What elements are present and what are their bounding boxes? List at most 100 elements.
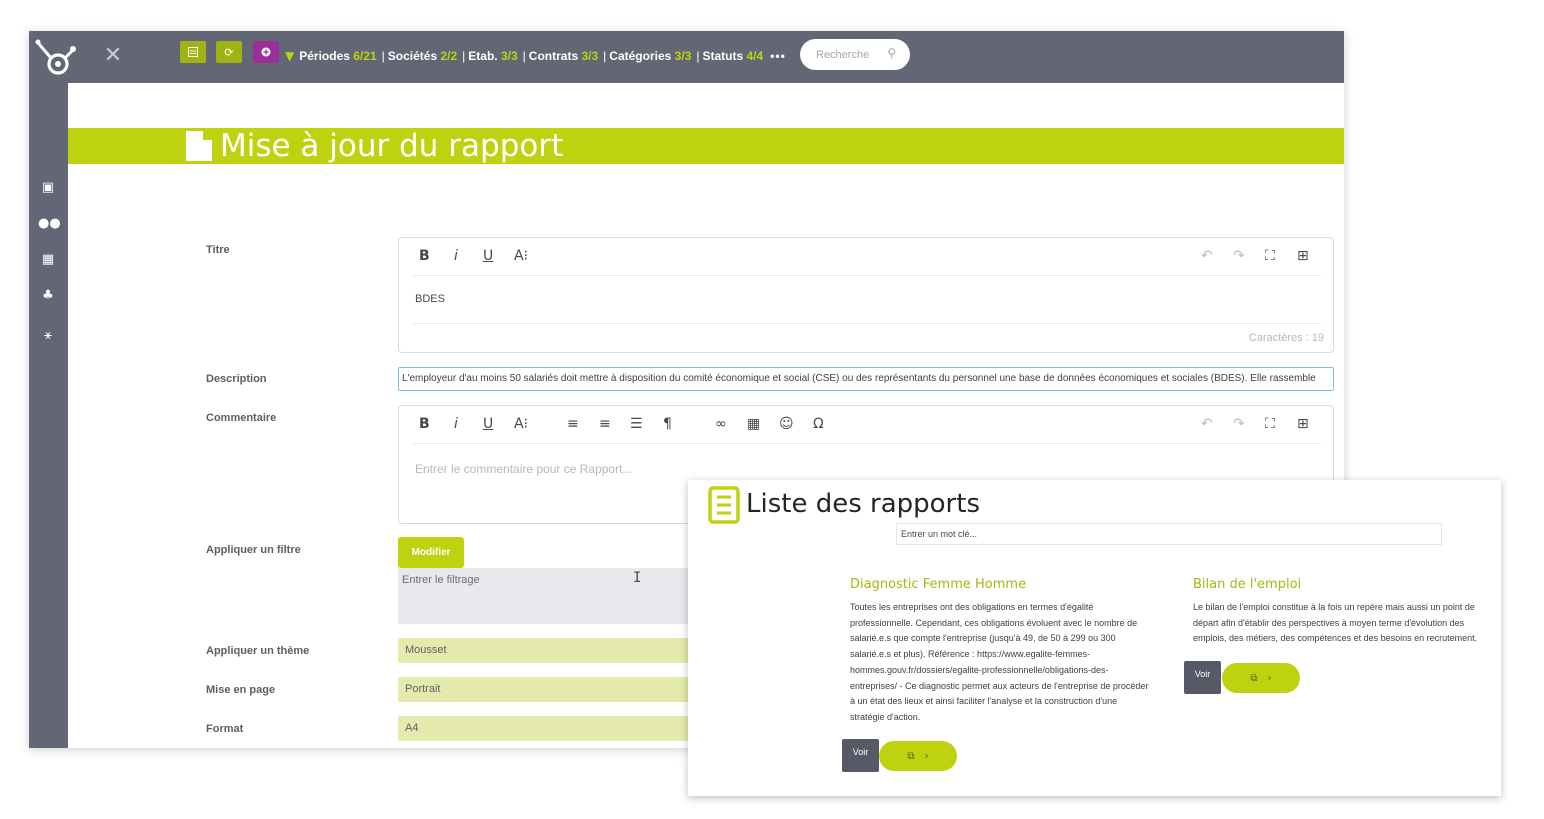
filter-periodes[interactable]: Périodes 6/21 [299,49,376,63]
close-icon[interactable]: ✕ [101,43,125,69]
undo-icon[interactable]: ↶ [1201,248,1213,264]
rapport-title: Diagnostic Femme Homme [850,577,1027,592]
sidebar-item-profile[interactable]: ▣ [38,179,58,197]
app-logo[interactable] [35,39,77,81]
filter-categories[interactable]: Catégories 3/3 [609,49,691,63]
mise-en-page-select[interactable]: Portrait [398,677,698,702]
titre-editor[interactable]: B i U A⁝ ↶ ↷ ⛶ ⊞ BDES Caractères : 19 [398,237,1334,353]
rapport-description: Le bilan de l'emploi constitue à la fois… [1193,602,1478,644]
more-filters-button[interactable]: ••• [770,49,786,63]
filter-societes[interactable]: Sociétés 2/2 [388,49,457,63]
italic-button[interactable]: i [454,248,458,264]
font-size-button[interactable]: A⁝ [514,248,528,264]
rapport-action-button[interactable]: ⧉ › [879,741,957,771]
font-size-button[interactable]: A⁝ [514,416,528,432]
commentaire-label: Commentaire [206,412,277,424]
link-icon[interactable]: ∞ [715,416,727,432]
bold-button[interactable]: B [419,416,430,432]
filter-bar: ▼ Périodes 6/21 | Sociétés 2/2 | Etab. 3… [285,49,786,63]
titre-editor-toolbar: B i U A⁝ ↶ ↷ ⛶ ⊞ [399,238,1333,276]
rapports-title: Liste des rapports [746,489,980,519]
checklist-button[interactable] [180,41,206,63]
sidebar-item-users[interactable]: ●● [38,215,61,233]
paragraph-icon[interactable]: ¶ [663,416,672,432]
toolbar-divider [411,443,1321,444]
align-center-icon[interactable]: ≡ [599,416,611,432]
fullscreen-icon[interactable]: ⛶ [1265,248,1275,264]
plus-circle-icon [261,47,271,57]
commentaire-editor-toolbar: B i U A⁝ ≡ ≡ ☰ ¶ ∞ ▦ ☺ Ω ↶ ↷ ⛶ ⊞ [399,406,1333,444]
sitemap-icon: ♣ [42,288,54,303]
format-label: Format [206,723,244,735]
copy-icon: ⧉ [1250,672,1258,684]
top-bar: ✕ ⟳ ▼ Périodes 6/21 | Sociétés 2/2 | Eta… [29,31,1344,83]
mise-en-page-label: Mise en page [206,684,276,696]
users-icon: ●● [38,216,61,231]
search-input[interactable]: Recherche ⚲ [800,39,910,70]
document-icon [186,131,212,161]
align-left-icon[interactable]: ≡ [567,416,579,432]
refresh-button[interactable]: ⟳ [216,41,242,63]
editor-divider [411,323,1321,324]
list-document-icon [708,486,740,524]
emoji-icon[interactable]: ☺ [779,416,794,432]
italic-button[interactable]: i [454,416,458,432]
ordered-list-icon[interactable]: ☰ [630,416,643,432]
code-view-icon[interactable]: ⊞ [1297,248,1309,264]
redo-icon[interactable]: ↷ [1233,248,1245,264]
filtrage-placeholder: Entrer le filtrage [402,574,480,586]
keyword-search-input[interactable]: Entrer un mot clé... [896,523,1442,545]
code-view-icon[interactable]: ⊞ [1297,416,1309,432]
search-icon: ⚲ [887,46,896,60]
rapport-action-button[interactable]: ⧉ › [1222,663,1300,693]
filtre-label: Appliquer un filtre [206,544,301,556]
arrow-right-icon: › [924,750,929,762]
checklist-icon [188,47,198,57]
filter-contrats[interactable]: Contrats 3/3 [529,49,598,63]
calendar-icon: ▦ [41,252,55,267]
page-title-banner: Mise à jour du rapport [68,128,1344,164]
char-counter: Caractères : 19 [1248,332,1324,344]
undo-icon[interactable]: ↶ [1201,416,1213,432]
search-placeholder: Recherche [816,48,870,61]
underline-button[interactable]: U [483,416,493,432]
commentaire-placeholder: Entrer le commentaire pour ce Rapport... [415,462,633,476]
description-label: Description [206,373,267,385]
modifier-button[interactable]: Modifier [398,537,464,568]
sidebar-item-calendar[interactable]: ▦ [38,251,58,269]
filtrage-input[interactable]: Entrer le filtrage [398,568,698,624]
page-title: Mise à jour du rapport [220,128,564,164]
rapports-list-panel: Liste des rapports Entrer un mot clé... … [688,480,1501,796]
toolbar-divider [411,275,1321,276]
rapport-title: Bilan de l'emploi [1193,577,1302,592]
sidebar-item-activity[interactable]: ⚹ [38,327,58,345]
table-icon[interactable]: ▦ [747,416,760,432]
keyword-placeholder: Entrer un mot clé... [901,529,978,539]
description-input[interactable]: L'employeur d'au moins 50 salariés doit … [398,367,1334,391]
format-select[interactable]: A4 [398,716,698,741]
fullscreen-icon[interactable]: ⛶ [1265,416,1275,432]
bold-button[interactable]: B [419,248,430,264]
voir-button[interactable]: Voir [1184,661,1221,694]
person-running-icon: ⚹ [44,328,52,343]
rapport-card: Diagnostic Femme Homme Toutes les entrep… [850,577,1150,726]
theme-select[interactable]: Mousset [398,638,698,663]
underline-button[interactable]: U [483,248,493,264]
filter-etab[interactable]: Etab. 3/3 [468,49,517,63]
rapport-description: Toutes les entreprises ont des obligatio… [850,602,1149,722]
sidebar-item-organization[interactable]: ♣ [38,287,58,305]
rapport-card: Bilan de l'emploi Le bilan de l'emploi c… [1193,577,1478,647]
theme-label: Appliquer un thème [206,645,310,657]
voir-button[interactable]: Voir [842,739,879,772]
user-card-icon: ▣ [41,180,55,195]
funnel-icon: ▼ [285,49,295,63]
text-cursor-icon: I [633,570,642,586]
redo-icon[interactable]: ↷ [1233,416,1245,432]
add-button[interactable] [253,41,279,63]
titre-value: BDES [415,293,445,305]
filter-statuts[interactable]: Statuts 4/4 [702,49,763,63]
refresh-icon: ⟳ [224,45,234,59]
special-char-icon[interactable]: Ω [813,416,824,432]
sidebar: ▣ ●● ▦ ♣ ⚹ [29,83,68,748]
copy-icon: ⧉ [907,750,915,762]
